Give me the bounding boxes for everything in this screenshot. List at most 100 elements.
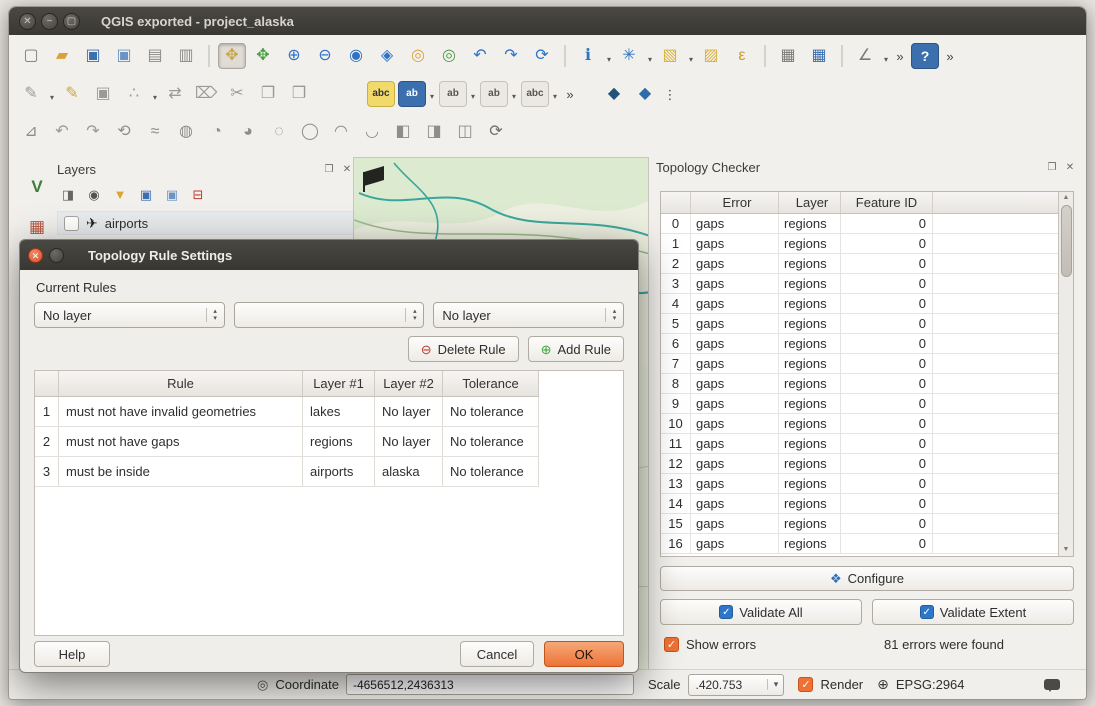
error-row[interactable]: 13 gaps regions 0: [661, 474, 1058, 494]
add-part-icon[interactable]: ◔: [203, 119, 231, 145]
toolbar-overflow-icon[interactable]: »: [942, 43, 958, 69]
new-project-icon[interactable]: ▢: [17, 43, 45, 69]
select-by-expression-icon[interactable]: ε: [728, 43, 756, 69]
delete-rule-button[interactable]: ⊖ Delete Rule: [408, 336, 519, 362]
change-label-icon[interactable]: abc: [521, 81, 549, 107]
save-project-icon[interactable]: ▣: [79, 43, 107, 69]
zoom-to-layer-icon[interactable]: ◎: [404, 43, 432, 69]
copy-features-icon[interactable]: ❐: [254, 81, 282, 107]
add-raster-layer-icon[interactable]: ▦: [23, 213, 51, 239]
window-close-button[interactable]: ✕: [19, 13, 36, 30]
zoom-in-icon[interactable]: ⊕: [280, 43, 308, 69]
ok-button[interactable]: OK: [544, 641, 624, 667]
window-minimize-button[interactable]: −: [41, 13, 58, 30]
error-row[interactable]: 15 gaps regions 0: [661, 514, 1058, 534]
dialog-close-button[interactable]: ✕: [28, 248, 43, 263]
error-row[interactable]: 2 gaps regions 0: [661, 254, 1058, 274]
table-scrollbar[interactable]: ▲ ▼: [1058, 192, 1073, 556]
redo-icon[interactable]: ↷: [79, 119, 107, 145]
delete-part-icon[interactable]: ◯: [296, 119, 324, 145]
error-row[interactable]: 7 gaps regions 0: [661, 354, 1058, 374]
log-messages-icon[interactable]: [1044, 679, 1060, 690]
rule-layer2-select[interactable]: No layer ▴▾: [433, 302, 624, 328]
rotate-feature-icon[interactable]: ⟲: [110, 119, 138, 145]
zoom-native-icon[interactable]: ◉: [342, 43, 370, 69]
remove-layer-icon[interactable]: ⊟: [187, 183, 209, 205]
layer-visibility-checkbox[interactable]: [64, 216, 79, 231]
help-icon[interactable]: ?: [911, 43, 939, 69]
pan-map-icon[interactable]: ✥: [218, 43, 246, 69]
error-row[interactable]: 3 gaps regions 0: [661, 274, 1058, 294]
paste-features-icon[interactable]: ❒: [285, 81, 313, 107]
refresh-icon[interactable]: ⟳: [528, 43, 556, 69]
validate-extent-button[interactable]: ✓ Validate Extent: [872, 599, 1074, 625]
rotate-label-icon[interactable]: ab: [480, 81, 508, 107]
node-tool-icon[interactable]: ⊿: [17, 119, 45, 145]
error-row[interactable]: 0 gaps regions 0: [661, 214, 1058, 234]
offset-curve-icon[interactable]: ◡: [358, 119, 386, 145]
cancel-button[interactable]: Cancel: [460, 641, 534, 667]
error-row[interactable]: 5 gaps regions 0: [661, 314, 1058, 334]
save-project-as-icon[interactable]: ▣: [110, 43, 138, 69]
select-features-icon[interactable]: ▧: [656, 43, 684, 69]
collapse-all-icon[interactable]: ▣: [161, 183, 183, 205]
toggle-editing-icon[interactable]: ✎: [58, 81, 86, 107]
merge-features-icon[interactable]: ◫: [451, 119, 479, 145]
scroll-up-icon[interactable]: ▲: [1063, 192, 1070, 204]
combo-spinner-icon[interactable]: ▴▾: [405, 308, 423, 322]
panel-float-icon[interactable]: ❐: [1044, 162, 1060, 173]
run-feature-action-icon[interactable]: ✳: [615, 43, 643, 69]
error-row[interactable]: 14 gaps regions 0: [661, 494, 1058, 514]
rule-row[interactable]: 2 must not have gaps regions No layer No…: [35, 427, 623, 457]
add-rule-button[interactable]: ⊕ Add Rule: [528, 336, 624, 362]
expand-all-icon[interactable]: ▣: [135, 183, 157, 205]
scale-combobox[interactable]: .420.753 ▾: [688, 674, 784, 696]
panel-close-icon[interactable]: ✕: [1062, 162, 1078, 173]
zoom-to-selection-icon[interactable]: ◎: [435, 43, 463, 69]
label-highlight-icon[interactable]: ab: [398, 81, 426, 107]
combo-spinner-icon[interactable]: ▴▾: [605, 308, 623, 322]
new-print-composer-icon[interactable]: ▤: [141, 43, 169, 69]
rotate-point-symbols-icon[interactable]: ⟳: [482, 119, 510, 145]
rule-layer1-select[interactable]: No layer ▴▾: [34, 302, 225, 328]
move-label-icon[interactable]: ab: [439, 81, 467, 107]
undo-icon[interactable]: ↶: [48, 119, 76, 145]
validate-all-button[interactable]: ✓ Validate All: [660, 599, 862, 625]
window-titlebar[interactable]: ✕ − ▢ QGIS exported - project_alaska: [9, 7, 1086, 35]
rule-row[interactable]: 1 must not have invalid geometries lakes…: [35, 397, 623, 427]
combo-spinner-icon[interactable]: ▴▾: [206, 308, 224, 322]
add-ring-icon[interactable]: ◍: [172, 119, 200, 145]
toolbar-overflow-icon[interactable]: »: [562, 81, 578, 107]
fill-ring-icon[interactable]: ◕: [234, 119, 262, 145]
toolbar-overflow-icon[interactable]: »: [892, 43, 908, 69]
scroll-down-icon[interactable]: ▼: [1063, 544, 1070, 556]
error-row[interactable]: 16 gaps regions 0: [661, 534, 1058, 554]
error-row[interactable]: 4 gaps regions 0: [661, 294, 1058, 314]
add-vector-layer-icon[interactable]: V: [23, 173, 51, 199]
open-attribute-table-icon[interactable]: ▦: [774, 43, 802, 69]
dialog-titlebar[interactable]: ✕ Topology Rule Settings: [20, 240, 638, 270]
layer-item-airports[interactable]: ✈ airports: [57, 211, 355, 235]
render-checkbox[interactable]: ✓: [798, 677, 813, 692]
cut-features-icon[interactable]: ✂: [223, 81, 251, 107]
plugin-icon[interactable]: ◆: [600, 81, 628, 107]
current-edits-icon[interactable]: ✎: [17, 81, 45, 107]
field-calculator-icon[interactable]: ▦: [805, 43, 833, 69]
zoom-full-icon[interactable]: ◈: [373, 43, 401, 69]
delete-ring-icon[interactable]: ◌: [265, 119, 293, 145]
save-layer-edits-icon[interactable]: ▣: [89, 81, 117, 107]
add-feature-icon[interactable]: ∴: [120, 81, 148, 107]
coordinate-input[interactable]: [346, 674, 634, 695]
zoom-out-icon[interactable]: ⊖: [311, 43, 339, 69]
split-parts-icon[interactable]: ◨: [420, 119, 448, 145]
identify-features-icon[interactable]: ℹ: [574, 43, 602, 69]
dropdown-arrow-icon[interactable]: ▾: [767, 679, 783, 690]
error-row[interactable]: 8 gaps regions 0: [661, 374, 1058, 394]
configure-button[interactable]: ❖ Configure: [660, 566, 1074, 591]
deselect-features-icon[interactable]: ▨: [697, 43, 725, 69]
error-row[interactable]: 11 gaps regions 0: [661, 434, 1058, 454]
show-errors-checkbox[interactable]: ✓: [664, 637, 679, 652]
manage-map-themes-icon[interactable]: ◉: [83, 183, 105, 205]
label-pin-icon[interactable]: abc: [367, 81, 395, 107]
error-row[interactable]: 9 gaps regions 0: [661, 394, 1058, 414]
